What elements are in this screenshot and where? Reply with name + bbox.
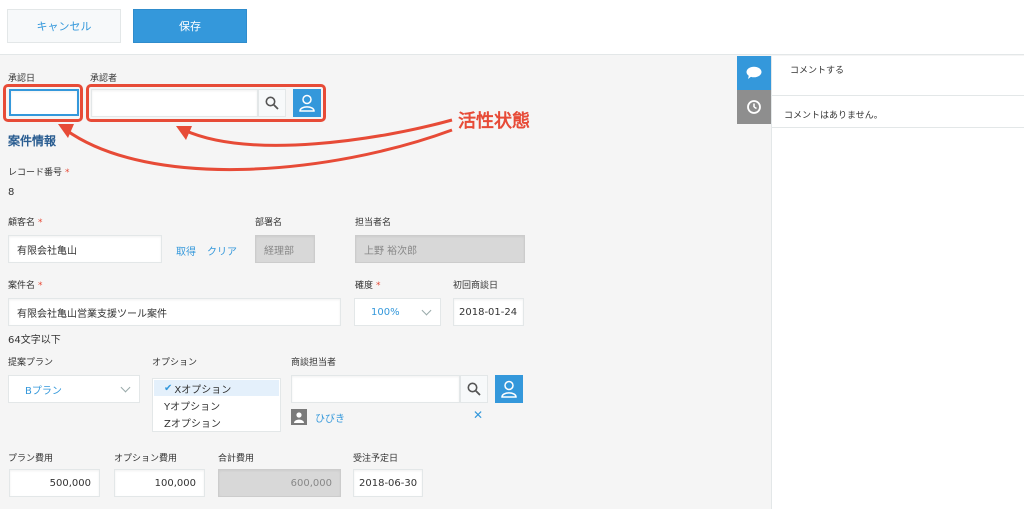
plan-select[interactable]: Bプラン <box>8 375 140 403</box>
no-comments-text: コメントはありません。 <box>772 96 1024 128</box>
first-meeting-label: 初回商談日 <box>453 281 499 291</box>
highlight-box-approver <box>86 84 326 122</box>
avatar <box>291 409 307 425</box>
sales-rep-search-button[interactable] <box>460 375 488 403</box>
deal-name-input[interactable]: 有限会社亀山営業支援ツール案件 <box>8 298 341 326</box>
plan-label: 提案プラン <box>8 358 54 368</box>
customer-input[interactable]: 有限会社亀山 <box>8 235 162 263</box>
plan-cost-input[interactable]: 500,000 <box>9 469 100 497</box>
section-title: 案件情報 <box>8 134 57 148</box>
plan-cost-label: プラン費用 <box>8 454 54 464</box>
probability-value: 100% <box>371 306 400 318</box>
option-cost-input[interactable]: 100,000 <box>114 469 205 497</box>
order-date-label: 受注予定日 <box>353 454 399 464</box>
annotation-label: 活性状態 <box>458 111 530 132</box>
option-item-x[interactable]: ✔ Xオプション <box>154 380 279 396</box>
probability-select[interactable]: 100% <box>354 298 441 326</box>
chevron-down-icon <box>120 382 131 393</box>
remove-user-icon[interactable]: ✕ <box>473 408 483 422</box>
highlight-box-approval-date <box>3 84 83 122</box>
probability-label: 確度 * <box>355 281 381 291</box>
sales-rep-label: 商談担当者 <box>291 358 337 368</box>
search-icon <box>467 382 481 396</box>
sales-rep-input[interactable] <box>291 375 460 403</box>
checkmark-icon: ✔ <box>164 382 173 394</box>
contact-input: 上野 裕次郎 <box>355 235 525 263</box>
sales-rep-chip: ひびき ✕ <box>291 408 491 426</box>
contact-label: 担当者名 <box>355 218 392 228</box>
total-cost-label: 合計費用 <box>218 454 255 464</box>
customer-label: 顧客名 * <box>8 218 43 228</box>
clock-history-icon <box>747 100 761 114</box>
user-avatar-icon <box>294 412 304 423</box>
deal-name-hint: 64文字以下 <box>8 335 61 346</box>
toolbar: キャンセル 保存 <box>0 0 1024 55</box>
option-item-y[interactable]: Yオプション <box>154 397 279 413</box>
chevron-down-icon <box>421 305 432 316</box>
tab-comments[interactable] <box>737 56 771 90</box>
options-multiselect[interactable]: ✔ Xオプション Yオプション Zオプション <box>152 378 281 432</box>
option-cost-label: オプション費用 <box>114 454 178 464</box>
approver-label: 承認者 <box>90 74 118 84</box>
cancel-button[interactable]: キャンセル <box>7 9 121 43</box>
department-input: 経理部 <box>255 235 315 263</box>
options-label: オプション <box>152 358 198 368</box>
option-item-z[interactable]: Zオプション <box>154 414 279 430</box>
first-meeting-input[interactable]: 2018-01-24 <box>453 298 524 326</box>
order-date-input[interactable]: 2018-06-30 <box>353 469 423 497</box>
fetch-link[interactable]: 取得 <box>176 243 196 258</box>
record-form: 承認日 承認者 案件情報 レコード番号 * 8 顧客名 * 有限会社亀山 取得 クリ… <box>0 56 737 509</box>
speech-bubble-icon <box>746 66 762 79</box>
tab-history[interactable] <box>737 90 771 124</box>
sales-rep-name[interactable]: ひびき <box>315 410 345 425</box>
approval-date-label: 承認日 <box>8 74 36 84</box>
comment-input[interactable]: コメントする <box>772 56 1024 96</box>
record-number-label: レコード番号 * <box>8 168 70 178</box>
plan-value: Bプラン <box>25 385 62 397</box>
record-number-value: 8 <box>8 187 15 198</box>
department-label: 部署名 <box>255 218 283 228</box>
deal-name-label: 案件名 * <box>8 281 43 291</box>
save-button[interactable]: 保存 <box>133 9 247 43</box>
comment-panel: コメントする コメントはありません。 <box>771 56 1024 509</box>
clear-link[interactable]: クリア <box>207 243 237 258</box>
side-tabs <box>737 56 771 509</box>
total-cost-input: 600,000 <box>218 469 341 497</box>
user-icon <box>501 380 517 398</box>
sales-rep-user-select-button[interactable] <box>495 375 523 403</box>
